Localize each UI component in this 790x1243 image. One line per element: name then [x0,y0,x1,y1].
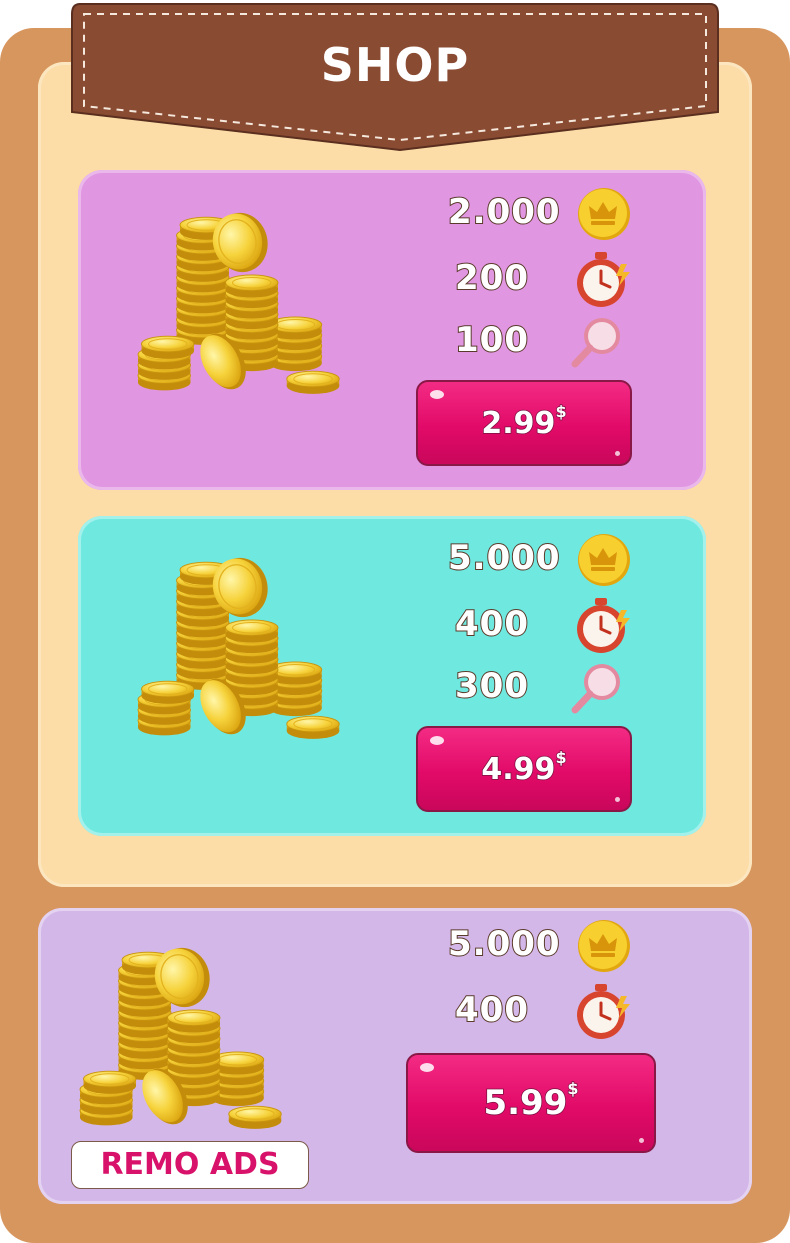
pack-2-timer-row: 400 [454,598,645,654]
coin-amount: 5.000 [447,537,561,579]
magnifier-amount: 300 [454,665,529,707]
price-label: 2.99$ [481,401,568,442]
magnifier-icon [571,664,620,714]
gold-crown-coin-icon [578,534,630,586]
button-shine [639,1138,644,1143]
coin-amount: 2.000 [447,191,561,233]
button-shine [430,390,444,399]
gold-crown-coin-icon [578,188,630,240]
pack-2-coins-row: 5.000 [447,532,638,588]
timer-amount: 200 [454,257,529,299]
coin-pile-image [50,925,320,1135]
button-shine [430,736,444,745]
stopwatch-icon [577,252,630,307]
shop-banner: SHOP [70,0,720,155]
stopwatch-icon [577,984,630,1039]
button-shine [615,797,620,802]
timer-amount: 400 [454,989,529,1031]
timer-amount: 400 [454,603,529,645]
pack-2-magnifier-row: 300 [454,660,645,716]
stopwatch-icon [577,598,630,653]
magnifier-amount: 100 [454,319,529,361]
gold-crown-coin-icon [578,920,630,972]
price-label: 5.99$ [483,1078,580,1124]
pack-1-coins-row: 2.000 [447,186,638,242]
pack-3-coins-row: 5.000 [447,918,638,974]
coin-pile-image [108,190,378,400]
remove-ads-tag: REMO ADS [71,1141,309,1189]
price-label: 4.99$ [481,747,568,788]
magnifier-icon [571,318,620,368]
buy-pack-2-button[interactable]: 4.99$ [416,726,632,812]
pack-1-magnifier-row: 100 [454,314,645,370]
buy-pack-3-button[interactable]: 5.99$ [406,1053,656,1153]
pack-3-timer-row: 400 [454,984,645,1040]
pack-1-timer-row: 200 [454,252,645,308]
page-title: SHOP [320,38,470,92]
coin-amount: 5.000 [447,923,561,965]
button-shine [420,1063,434,1072]
coin-pile-image [108,535,378,745]
button-shine [615,451,620,456]
buy-pack-1-button[interactable]: 2.99$ [416,380,632,466]
